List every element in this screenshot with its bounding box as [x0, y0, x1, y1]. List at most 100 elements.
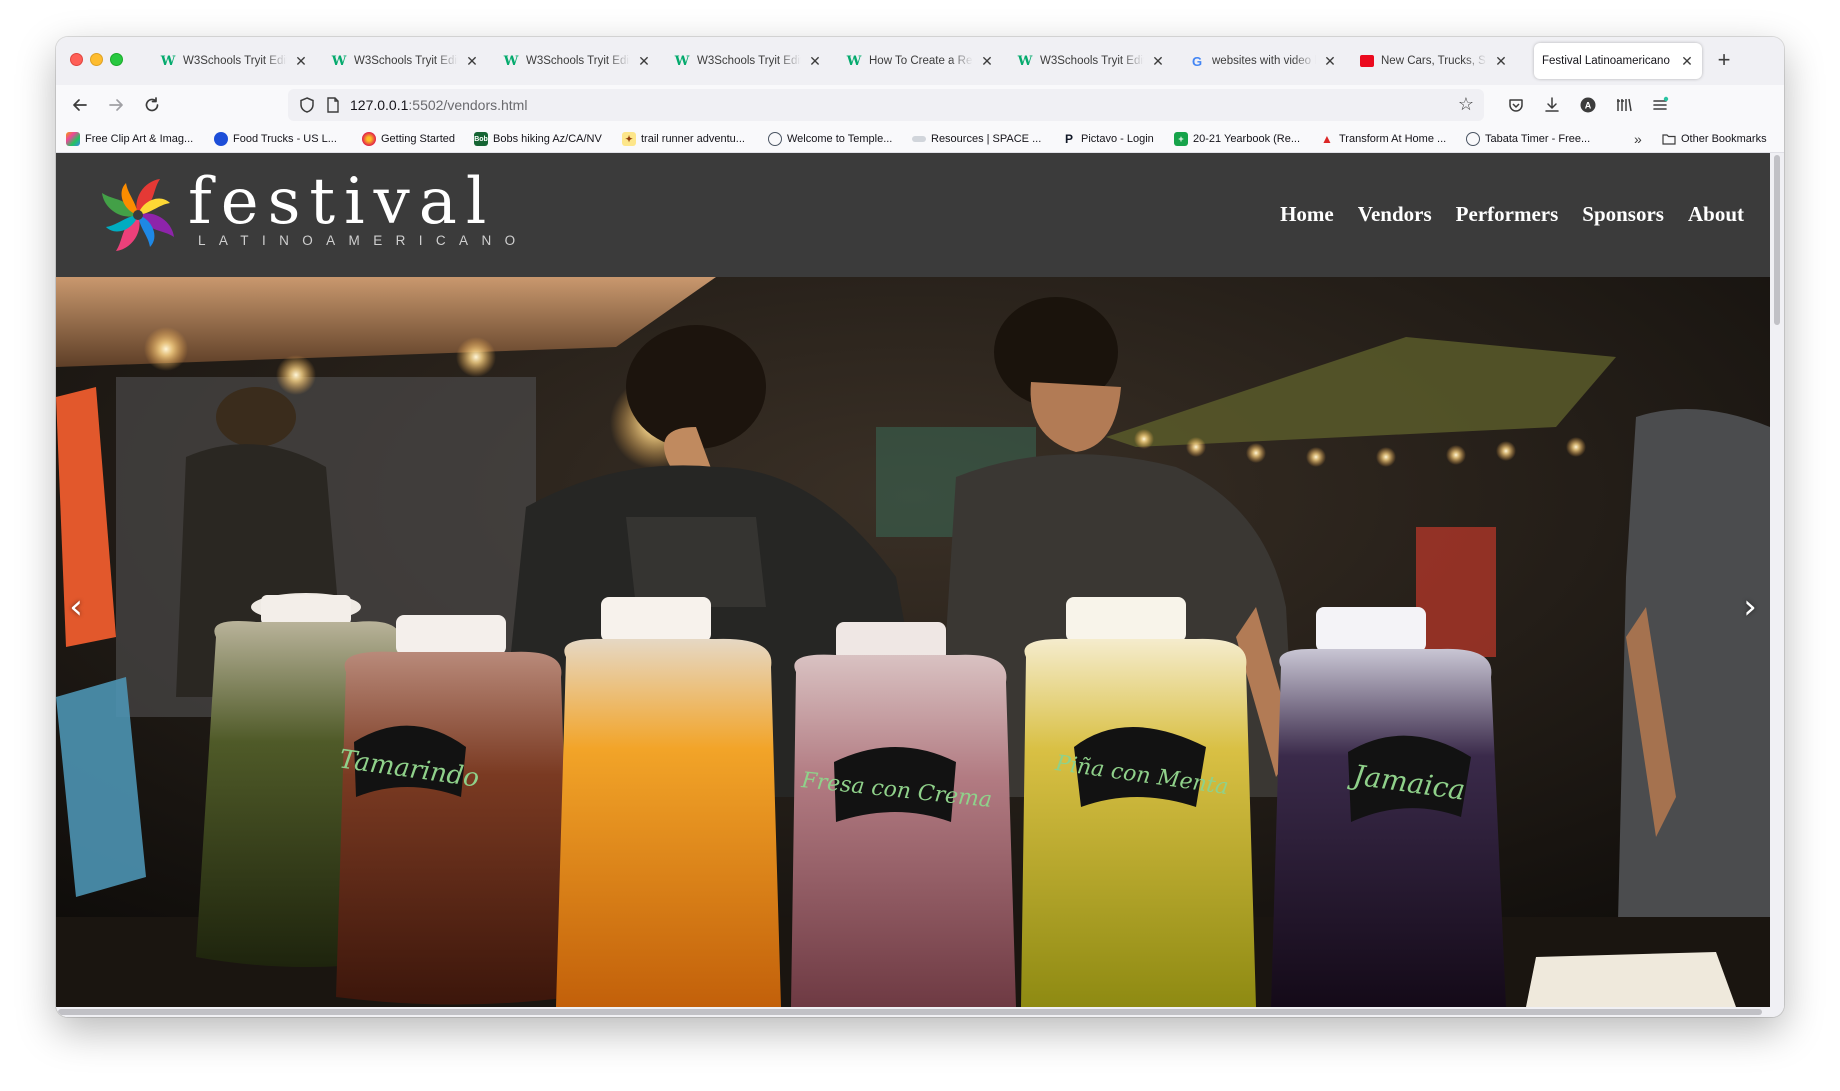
pocket-button[interactable] — [1504, 93, 1528, 117]
account-icon: A — [1580, 97, 1596, 113]
logo-wordmark[interactable]: festival — [188, 165, 495, 239]
tab-toyota[interactable]: New Cars, Trucks, SU ✕ — [1352, 43, 1516, 79]
url-path: :5502/vendors.html — [408, 97, 528, 113]
nav-link-home[interactable]: Home — [1280, 202, 1334, 227]
close-icon[interactable]: ✕ — [465, 53, 479, 70]
bookmark-label: Getting Started — [381, 133, 455, 145]
close-icon[interactable]: ✕ — [1494, 53, 1508, 70]
bookmark-item[interactable]: Resources | SPACE ... — [912, 130, 1041, 148]
address-bar[interactable]: 127.0.0.1:5502/vendors.html ☆ — [288, 89, 1484, 121]
clipart-icon — [66, 132, 80, 146]
bookmark-label: Bobs hiking Az/CA/NV — [493, 133, 602, 145]
svg-text:A: A — [1585, 101, 1592, 111]
reload-button[interactable] — [140, 93, 164, 117]
bookmark-label: Resources | SPACE ... — [931, 133, 1042, 145]
bookmark-item[interactable]: Tabata Timer - Free... — [1466, 130, 1590, 148]
library-icon — [1617, 98, 1632, 112]
bookmark-item[interactable]: Welcome to Temple... — [768, 130, 892, 148]
tab-how-to-create[interactable]: W How To Create a Resp ✕ — [838, 43, 1002, 79]
tab-title: How To Create a Resp — [869, 55, 973, 67]
tab-title: W3Schools Tryit Edito — [697, 55, 801, 67]
site-header: festival LATINOAMERICANO Home Vendors Pe… — [56, 153, 1770, 277]
site-navigation: Home Vendors Performers Sponsors About — [1280, 202, 1744, 227]
bookmark-item[interactable]: ✦ trail runner adventu... — [622, 130, 745, 148]
new-tab-button[interactable]: + — [1712, 49, 1736, 73]
tab-w3schools-3[interactable]: W W3Schools Tryit Edito ✕ — [495, 43, 659, 79]
close-icon[interactable]: ✕ — [637, 53, 651, 70]
menu-button[interactable] — [1648, 93, 1672, 117]
pictavo-icon: P — [1064, 132, 1073, 146]
bookmark-item[interactable]: + 20-21 Yearbook (Re... — [1174, 130, 1300, 148]
vertical-scrollbar[interactable] — [1770, 153, 1784, 1017]
bookmark-item[interactable]: Food Trucks - US L... — [214, 130, 337, 148]
jar-fresa — [791, 622, 1016, 1007]
bookmark-label: Tabata Timer - Free... — [1485, 133, 1591, 145]
close-icon[interactable]: ✕ — [1323, 53, 1337, 70]
close-icon[interactable]: ✕ — [294, 53, 308, 70]
w3schools-icon: W — [503, 53, 519, 69]
close-icon[interactable]: ✕ — [1151, 53, 1165, 70]
forward-button[interactable] — [104, 93, 128, 117]
library-button[interactable] — [1612, 93, 1636, 117]
bookmark-label: Pictavo - Login — [1081, 133, 1154, 145]
w3schools-icon: W — [674, 53, 690, 69]
food-trucks-icon — [214, 132, 228, 146]
reload-icon — [145, 97, 159, 112]
tab-w3schools-2[interactable]: W W3Schools Tryit Edito ✕ — [323, 43, 487, 79]
folder-icon — [1662, 134, 1676, 145]
page-icon[interactable] — [324, 96, 342, 114]
zoom-window-button[interactable] — [110, 53, 123, 66]
chevron-double-right-icon: » — [1634, 131, 1642, 147]
nav-link-performers[interactable]: Performers — [1456, 202, 1559, 227]
tab-w3schools-1[interactable]: W W3Schools Tryit Edito ✕ — [152, 43, 316, 79]
toyota-icon — [1360, 55, 1374, 67]
minimize-window-button[interactable] — [90, 53, 103, 66]
other-bookmarks-label: Other Bookmarks — [1681, 133, 1767, 145]
nav-link-sponsors[interactable]: Sponsors — [1582, 202, 1664, 227]
tab-title: websites with video h — [1212, 55, 1316, 67]
bookmark-star-icon[interactable]: ☆ — [1458, 94, 1474, 115]
other-bookmarks-folder[interactable]: Other Bookmarks — [1662, 130, 1767, 148]
close-icon[interactable]: ✕ — [808, 53, 822, 70]
w3schools-icon: W — [331, 53, 347, 69]
hamburger-menu-icon — [1653, 96, 1669, 110]
url-text[interactable]: 127.0.0.1:5502/vendors.html — [350, 97, 527, 113]
hero-slideshow: Tamarindo Fresa con Crema Piña con Menta… — [56, 277, 1770, 1007]
scrollbar-thumb[interactable] — [1774, 155, 1780, 325]
close-window-button[interactable] — [70, 53, 83, 66]
tab-title: W3Schools Tryit Edito — [1040, 55, 1144, 67]
bookmark-item[interactable]: Free Clip Art & Imag... — [66, 130, 193, 148]
nav-link-vendors[interactable]: Vendors — [1358, 202, 1432, 227]
tab-festival-active[interactable]: Festival Latinoamericano ✕ — [1534, 43, 1702, 79]
firefox-icon — [362, 132, 376, 146]
hero-photo: Tamarindo Fresa con Crema Piña con Menta… — [56, 277, 1770, 1007]
w3schools-icon: W — [160, 53, 176, 69]
slideshow-next-button[interactable]: › — [1730, 577, 1770, 637]
downloads-button[interactable] — [1540, 93, 1564, 117]
w3schools-icon: W — [1017, 53, 1033, 69]
bookmark-item[interactable]: P Pictavo - Login — [1062, 130, 1154, 148]
back-button[interactable] — [68, 93, 92, 117]
bookmark-label: Transform At Home ... — [1339, 133, 1447, 145]
slideshow-prev-button[interactable]: ‹ — [56, 577, 96, 637]
shield-icon[interactable] — [298, 96, 316, 114]
bookmark-item[interactable]: Getting Started — [362, 130, 455, 148]
nav-link-about[interactable]: About — [1688, 202, 1744, 227]
tab-google-search[interactable]: G websites with video h ✕ — [1181, 43, 1345, 79]
close-icon[interactable]: ✕ — [1680, 53, 1694, 70]
close-icon[interactable]: ✕ — [980, 53, 994, 70]
tab-w3schools-5[interactable]: W W3Schools Tryit Edito ✕ — [1009, 43, 1173, 79]
bookmark-item[interactable]: ▲ Transform At Home ... — [1320, 130, 1446, 148]
festival-logo-icon[interactable] — [88, 163, 188, 263]
tab-strip: W W3Schools Tryit Edito ✕ W W3Schools Tr… — [56, 37, 1784, 85]
arrow-right-icon — [109, 99, 123, 111]
page-viewport: festival LATINOAMERICANO Home Vendors Pe… — [56, 153, 1770, 1017]
horizontal-scrollbar[interactable] — [56, 1007, 1770, 1017]
w3schools-icon: W — [846, 53, 862, 69]
bookmarks-overflow-button[interactable]: » — [1634, 130, 1642, 148]
tab-w3schools-4[interactable]: W W3Schools Tryit Edito ✕ — [666, 43, 830, 79]
account-button[interactable]: A — [1576, 93, 1600, 117]
scrollbar-thumb[interactable] — [58, 1009, 1762, 1015]
download-icon — [1545, 97, 1559, 112]
bookmark-item[interactable]: Bob Bobs hiking Az/CA/NV — [474, 130, 602, 148]
